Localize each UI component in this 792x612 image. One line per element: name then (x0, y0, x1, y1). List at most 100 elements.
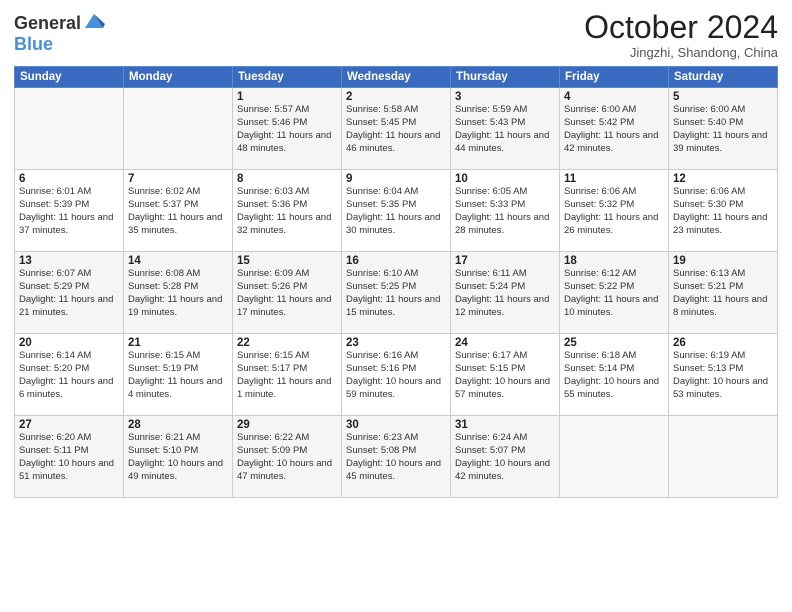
day-number: 1 (237, 91, 337, 103)
day-number: 29 (237, 419, 337, 431)
day-info: Sunrise: 6:23 AM Sunset: 5:08 PM Dayligh… (346, 432, 446, 483)
weekday-header-saturday: Saturday (669, 67, 778, 88)
calendar-cell: 20Sunrise: 6:14 AM Sunset: 5:20 PM Dayli… (15, 334, 124, 416)
logo: General Blue (14, 10, 105, 55)
calendar-cell: 17Sunrise: 6:11 AM Sunset: 5:24 PM Dayli… (451, 252, 560, 334)
day-info: Sunrise: 6:14 AM Sunset: 5:20 PM Dayligh… (19, 350, 119, 401)
day-info: Sunrise: 6:21 AM Sunset: 5:10 PM Dayligh… (128, 432, 228, 483)
day-number: 26 (673, 337, 773, 349)
day-info: Sunrise: 6:06 AM Sunset: 5:30 PM Dayligh… (673, 186, 773, 237)
day-number: 12 (673, 173, 773, 185)
weekday-header-tuesday: Tuesday (233, 67, 342, 88)
location-subtitle: Jingzhi, Shandong, China (584, 45, 778, 60)
calendar-cell: 22Sunrise: 6:15 AM Sunset: 5:17 PM Dayli… (233, 334, 342, 416)
calendar-cell: 8Sunrise: 6:03 AM Sunset: 5:36 PM Daylig… (233, 170, 342, 252)
calendar-cell: 15Sunrise: 6:09 AM Sunset: 5:26 PM Dayli… (233, 252, 342, 334)
day-info: Sunrise: 6:08 AM Sunset: 5:28 PM Dayligh… (128, 268, 228, 319)
day-number: 8 (237, 173, 337, 185)
calendar-cell: 19Sunrise: 6:13 AM Sunset: 5:21 PM Dayli… (669, 252, 778, 334)
day-info: Sunrise: 6:24 AM Sunset: 5:07 PM Dayligh… (455, 432, 555, 483)
calendar-cell: 5Sunrise: 6:00 AM Sunset: 5:40 PM Daylig… (669, 88, 778, 170)
calendar-cell: 2Sunrise: 5:58 AM Sunset: 5:45 PM Daylig… (342, 88, 451, 170)
calendar-cell: 23Sunrise: 6:16 AM Sunset: 5:16 PM Dayli… (342, 334, 451, 416)
day-number: 13 (19, 255, 119, 267)
day-number: 20 (19, 337, 119, 349)
calendar-cell: 7Sunrise: 6:02 AM Sunset: 5:37 PM Daylig… (124, 170, 233, 252)
day-info: Sunrise: 6:11 AM Sunset: 5:24 PM Dayligh… (455, 268, 555, 319)
day-number: 23 (346, 337, 446, 349)
weekday-header-monday: Monday (124, 67, 233, 88)
calendar-week-row: 1Sunrise: 5:57 AM Sunset: 5:46 PM Daylig… (15, 88, 778, 170)
calendar-cell: 13Sunrise: 6:07 AM Sunset: 5:29 PM Dayli… (15, 252, 124, 334)
calendar-cell: 21Sunrise: 6:15 AM Sunset: 5:19 PM Dayli… (124, 334, 233, 416)
calendar-cell: 31Sunrise: 6:24 AM Sunset: 5:07 PM Dayli… (451, 416, 560, 498)
day-info: Sunrise: 6:16 AM Sunset: 5:16 PM Dayligh… (346, 350, 446, 401)
title-block: October 2024 Jingzhi, Shandong, China (584, 10, 778, 60)
day-number: 27 (19, 419, 119, 431)
weekday-header-friday: Friday (560, 67, 669, 88)
calendar-cell: 27Sunrise: 6:20 AM Sunset: 5:11 PM Dayli… (15, 416, 124, 498)
logo-icon (83, 10, 105, 32)
day-info: Sunrise: 6:00 AM Sunset: 5:40 PM Dayligh… (673, 104, 773, 155)
day-info: Sunrise: 6:12 AM Sunset: 5:22 PM Dayligh… (564, 268, 664, 319)
calendar-cell (15, 88, 124, 170)
day-number: 24 (455, 337, 555, 349)
calendar-cell: 1Sunrise: 5:57 AM Sunset: 5:46 PM Daylig… (233, 88, 342, 170)
day-number: 5 (673, 91, 773, 103)
day-number: 30 (346, 419, 446, 431)
day-info: Sunrise: 6:20 AM Sunset: 5:11 PM Dayligh… (19, 432, 119, 483)
day-info: Sunrise: 6:06 AM Sunset: 5:32 PM Dayligh… (564, 186, 664, 237)
weekday-header-thursday: Thursday (451, 67, 560, 88)
day-info: Sunrise: 6:19 AM Sunset: 5:13 PM Dayligh… (673, 350, 773, 401)
day-number: 17 (455, 255, 555, 267)
logo-blue-text: Blue (14, 34, 53, 55)
calendar-cell (669, 416, 778, 498)
calendar-cell (560, 416, 669, 498)
day-number: 3 (455, 91, 555, 103)
day-number: 14 (128, 255, 228, 267)
calendar-cell: 9Sunrise: 6:04 AM Sunset: 5:35 PM Daylig… (342, 170, 451, 252)
calendar-table: SundayMondayTuesdayWednesdayThursdayFrid… (14, 66, 778, 498)
calendar-cell: 24Sunrise: 6:17 AM Sunset: 5:15 PM Dayli… (451, 334, 560, 416)
day-info: Sunrise: 6:03 AM Sunset: 5:36 PM Dayligh… (237, 186, 337, 237)
day-info: Sunrise: 6:07 AM Sunset: 5:29 PM Dayligh… (19, 268, 119, 319)
calendar-cell: 29Sunrise: 6:22 AM Sunset: 5:09 PM Dayli… (233, 416, 342, 498)
calendar-cell: 6Sunrise: 6:01 AM Sunset: 5:39 PM Daylig… (15, 170, 124, 252)
day-number: 18 (564, 255, 664, 267)
day-info: Sunrise: 6:02 AM Sunset: 5:37 PM Dayligh… (128, 186, 228, 237)
calendar-week-row: 6Sunrise: 6:01 AM Sunset: 5:39 PM Daylig… (15, 170, 778, 252)
day-number: 15 (237, 255, 337, 267)
day-number: 16 (346, 255, 446, 267)
calendar-cell: 4Sunrise: 6:00 AM Sunset: 5:42 PM Daylig… (560, 88, 669, 170)
day-number: 4 (564, 91, 664, 103)
calendar-cell: 3Sunrise: 5:59 AM Sunset: 5:43 PM Daylig… (451, 88, 560, 170)
calendar-cell: 25Sunrise: 6:18 AM Sunset: 5:14 PM Dayli… (560, 334, 669, 416)
day-info: Sunrise: 5:58 AM Sunset: 5:45 PM Dayligh… (346, 104, 446, 155)
calendar-cell: 16Sunrise: 6:10 AM Sunset: 5:25 PM Dayli… (342, 252, 451, 334)
day-number: 7 (128, 173, 228, 185)
calendar-cell: 28Sunrise: 6:21 AM Sunset: 5:10 PM Dayli… (124, 416, 233, 498)
day-number: 22 (237, 337, 337, 349)
day-info: Sunrise: 6:15 AM Sunset: 5:17 PM Dayligh… (237, 350, 337, 401)
day-info: Sunrise: 6:05 AM Sunset: 5:33 PM Dayligh… (455, 186, 555, 237)
day-info: Sunrise: 6:09 AM Sunset: 5:26 PM Dayligh… (237, 268, 337, 319)
logo-general-text: General (14, 13, 81, 34)
day-number: 2 (346, 91, 446, 103)
calendar-week-row: 13Sunrise: 6:07 AM Sunset: 5:29 PM Dayli… (15, 252, 778, 334)
weekday-header-wednesday: Wednesday (342, 67, 451, 88)
calendar-cell: 26Sunrise: 6:19 AM Sunset: 5:13 PM Dayli… (669, 334, 778, 416)
day-info: Sunrise: 6:15 AM Sunset: 5:19 PM Dayligh… (128, 350, 228, 401)
day-number: 9 (346, 173, 446, 185)
calendar-cell: 12Sunrise: 6:06 AM Sunset: 5:30 PM Dayli… (669, 170, 778, 252)
day-info: Sunrise: 6:04 AM Sunset: 5:35 PM Dayligh… (346, 186, 446, 237)
day-number: 19 (673, 255, 773, 267)
page-header: General Blue October 2024 Jingzhi, Shand… (14, 10, 778, 60)
day-info: Sunrise: 6:22 AM Sunset: 5:09 PM Dayligh… (237, 432, 337, 483)
day-number: 25 (564, 337, 664, 349)
calendar-cell: 11Sunrise: 6:06 AM Sunset: 5:32 PM Dayli… (560, 170, 669, 252)
day-info: Sunrise: 6:01 AM Sunset: 5:39 PM Dayligh… (19, 186, 119, 237)
day-info: Sunrise: 6:17 AM Sunset: 5:15 PM Dayligh… (455, 350, 555, 401)
day-info: Sunrise: 5:57 AM Sunset: 5:46 PM Dayligh… (237, 104, 337, 155)
calendar-cell: 14Sunrise: 6:08 AM Sunset: 5:28 PM Dayli… (124, 252, 233, 334)
calendar-cell: 10Sunrise: 6:05 AM Sunset: 5:33 PM Dayli… (451, 170, 560, 252)
